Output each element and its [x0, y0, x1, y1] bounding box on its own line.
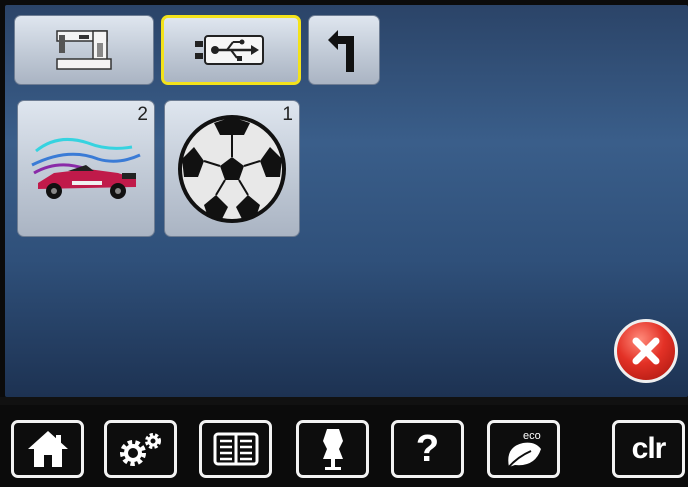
design-count-badge: 1 [282, 104, 293, 125]
back-button[interactable] [308, 15, 380, 85]
design-count-badge: 2 [137, 104, 148, 125]
return-arrow-icon [328, 30, 354, 72]
eco-label: eco [523, 430, 541, 442]
soccer-ball-design-icon [178, 114, 286, 223]
design-race-car[interactable]: 2 [17, 100, 155, 237]
usb-icon [195, 35, 264, 65]
race-car-design-icon [31, 137, 141, 199]
creative-consultant-button[interactable] [296, 420, 369, 478]
home-icon [27, 431, 68, 467]
help-button[interactable]: ? [391, 420, 464, 478]
sewing-machine-icon [56, 30, 112, 70]
design-soccer-ball[interactable]: 1 [164, 100, 300, 237]
eco-button[interactable]: eco [487, 420, 560, 478]
close-icon [632, 337, 660, 365]
usb-source-button[interactable] [161, 15, 301, 85]
question-icon: ? [415, 427, 440, 470]
tutorial-button[interactable] [199, 420, 272, 478]
close-button[interactable] [614, 319, 678, 383]
book-icon [213, 432, 258, 466]
toolbar-divider [0, 397, 688, 405]
home-button[interactable] [11, 420, 84, 478]
sewing-machine-source-button[interactable] [14, 15, 154, 85]
clear-label: clr [631, 432, 667, 465]
dress-form-icon [322, 429, 343, 470]
setup-button[interactable] [104, 420, 177, 478]
clear-button[interactable]: clr [612, 420, 685, 478]
gears-icon [119, 433, 161, 466]
eco-leaf-icon: eco [505, 430, 541, 470]
embroidery-screen: 2 1 ? eco clr [0, 0, 688, 487]
